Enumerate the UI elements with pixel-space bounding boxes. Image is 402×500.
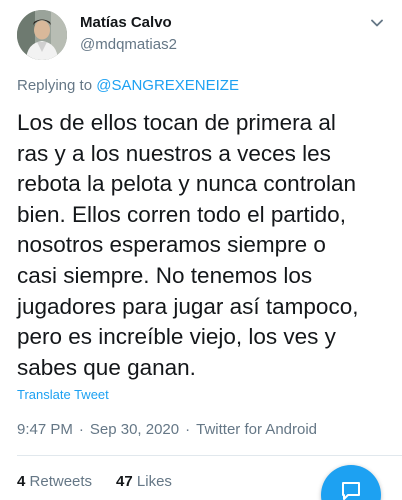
translate-tweet-link[interactable]: Translate Tweet xyxy=(17,387,109,402)
chevron-down-icon[interactable] xyxy=(368,14,386,32)
engagement-stats: 4 Retweets 47 Likes xyxy=(17,473,172,490)
compose-icon xyxy=(342,482,360,500)
avatar-image xyxy=(17,10,67,60)
likes-stat[interactable]: 47 Likes xyxy=(116,473,172,490)
tweet-text-line: bien. Ellos corren todo el partido, xyxy=(17,201,346,227)
tweet-text-line: Los de ellos tocan de primera al xyxy=(17,110,336,135)
tweet-text-line: sabes que ganan. xyxy=(17,354,196,380)
author-name[interactable]: Matías Calvo xyxy=(80,14,172,31)
tweet-time: 9:47 PM xyxy=(17,421,73,438)
compose-button[interactable] xyxy=(321,465,381,500)
tweet-text: Los de ellos tocan de primera al ras y a… xyxy=(17,108,397,383)
meta-separator: · xyxy=(185,421,191,438)
retweets-count: 4 xyxy=(17,473,26,490)
likes-count: 47 xyxy=(116,473,133,490)
likes-label: Likes xyxy=(136,473,172,490)
tweet-text-line: ras y a los nuestros a veces les xyxy=(17,140,331,166)
avatar[interactable] xyxy=(17,10,67,60)
tweet-text-line: rebota la pelota y nunca controlan xyxy=(17,171,356,197)
meta-separator: · xyxy=(78,421,84,438)
divider xyxy=(17,455,402,456)
retweets-label: Retweets xyxy=(29,473,93,490)
retweets-stat[interactable]: 4 Retweets xyxy=(17,473,92,490)
tweet-detail: Matías Calvo @mdqmatias2 Replying to @SA… xyxy=(0,0,402,500)
tweet-text-line: casi siempre. No tenemos los xyxy=(17,262,313,288)
tweet-source-link[interactable]: Twitter for Android xyxy=(196,421,317,438)
tweet-text-line: jugadores para jugar así tampoco, xyxy=(17,293,359,319)
tweet-metadata: 9:47 PM · Sep 30, 2020 · Twitter for Android xyxy=(17,421,317,438)
author-handle[interactable]: @mdqmatias2 xyxy=(80,36,177,53)
reply-mention-link[interactable]: @SANGREXENEIZE xyxy=(96,77,239,94)
tweet-text-line: pero es increíble viejo, los ves y xyxy=(17,324,336,350)
tweet-text-line: nosotros esperamos siempre o xyxy=(17,232,326,258)
reply-prefix: Replying to xyxy=(17,77,93,94)
tweet-date: Sep 30, 2020 xyxy=(89,421,180,438)
reply-context: Replying to @SANGREXENEIZE xyxy=(17,77,239,94)
